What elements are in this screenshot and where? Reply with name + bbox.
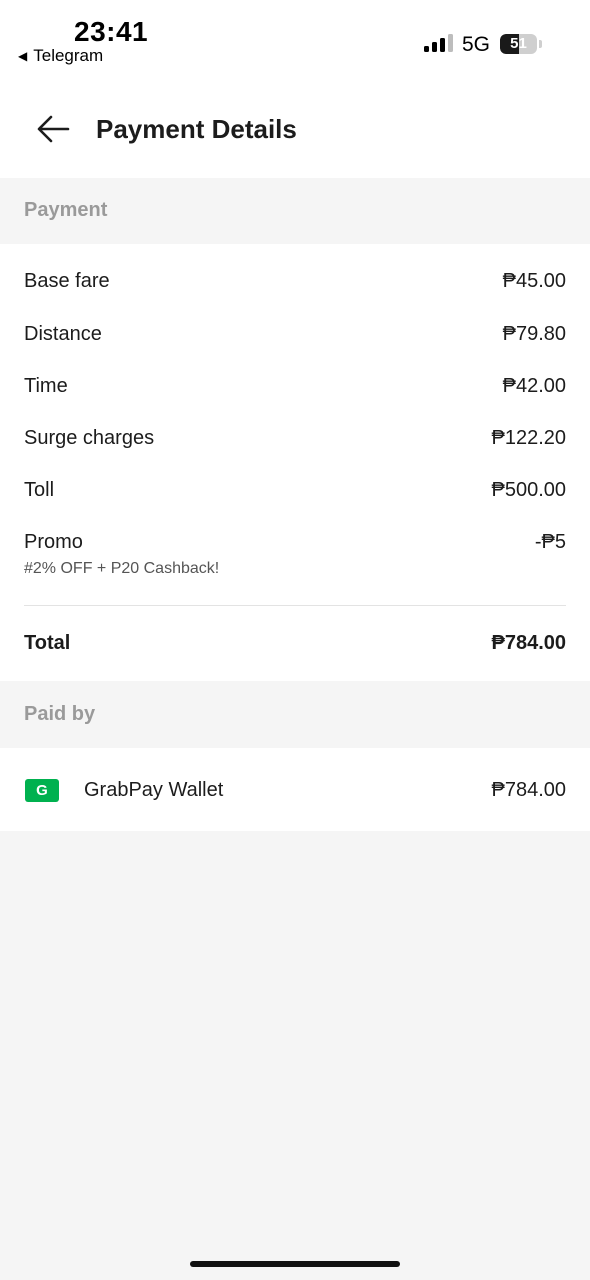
payment-breakdown-card: Base fare ₱45.00 Distance ₱79.80 Time ₱4… [0,244,590,681]
fare-row-time: Time ₱42.00 [24,375,566,398]
home-indicator[interactable] [190,1261,400,1267]
fare-label: Time [24,375,68,397]
grabpay-logo-icon: G [25,779,59,802]
back-to-app-link[interactable]: ◀ Telegram [18,46,103,66]
fare-amount: ₱122.20 [491,427,566,449]
paid-by-section-title: Paid by [24,703,96,725]
fare-row-base-fare: Base fare ₱45.00 [24,270,566,293]
battery-icon: 51 [500,34,537,54]
fare-row-surge-charges: Surge charges ₱122.20 [24,427,566,450]
paid-by-section-heading: Paid by [0,682,590,748]
fare-row-promo: Promo -₱5 [24,531,566,554]
payment-method-card: G GrabPay Wallet ₱784.00 [0,748,590,831]
total-label: Total [24,632,71,654]
fare-row-toll: Toll ₱500.00 [24,479,566,502]
network-type: 5G [462,33,491,56]
status-bar: 23:41 ◀ Telegram 5G 51 [0,0,590,80]
fare-row-distance: Distance ₱79.80 [24,323,566,346]
battery-percent: 51 [510,35,527,52]
page-header: Payment Details [0,80,590,178]
battery-tip [539,40,542,48]
page-title: Payment Details [96,114,297,144]
fare-label: Base fare [24,270,110,292]
cellular-signal-icon [424,34,453,52]
status-time: 23:41 [74,16,149,47]
back-app-label: Telegram [33,46,104,65]
fare-amount: ₱500.00 [491,479,566,501]
total-amount: ₱784.00 [491,632,566,654]
total-row: Total ₱784.00 [24,632,566,655]
fare-label: Surge charges [24,427,155,449]
back-triangle-icon: ◀ [18,49,28,63]
payment-section-title: Payment [24,199,108,221]
total-divider [24,605,566,606]
payment-section-heading: Payment [0,178,590,244]
fare-label: Promo [24,531,83,553]
fare-amount: -₱5 [534,531,566,553]
promo-description: #2% OFF + P20 Cashback! [24,560,220,577]
fare-label: Distance [24,323,102,345]
payment-method-label: GrabPay Wallet [84,779,224,801]
fare-amount: ₱42.00 [502,375,566,397]
fare-label: Toll [24,479,55,501]
fare-amount: ₱45.00 [502,270,566,292]
arrow-left-icon[interactable] [36,114,70,144]
fare-amount: ₱79.80 [502,323,566,345]
payment-method-amount: ₱784.00 [491,779,566,801]
